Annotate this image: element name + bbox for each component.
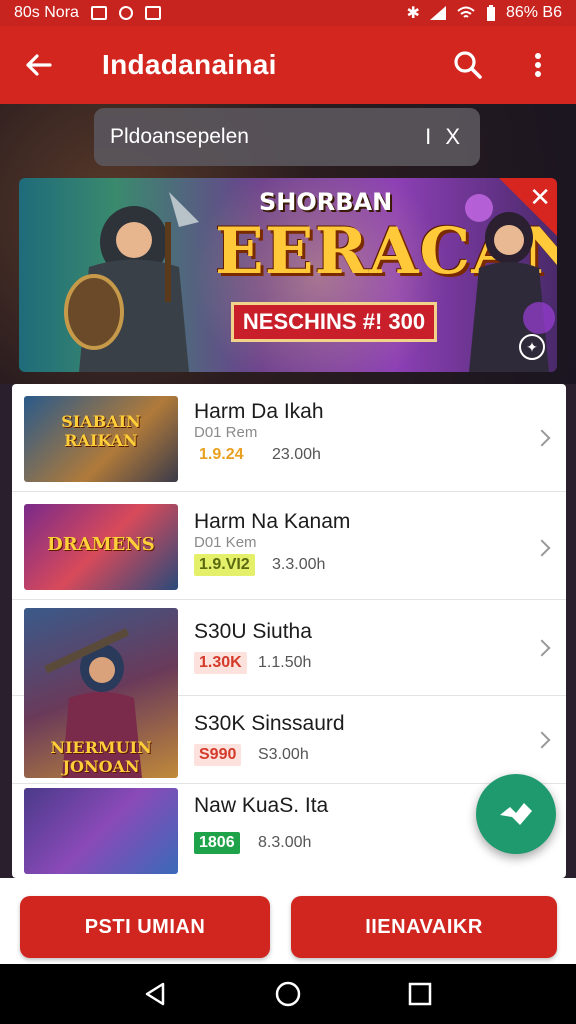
mail-icon <box>144 6 161 20</box>
item-title: S30K Sinssaurd <box>194 712 345 735</box>
list-item[interactable]: NIERMUIN JONOAN S30U Siutha 1.30K 1.1.50… <box>12 600 566 778</box>
nav-home-icon[interactable] <box>274 980 302 1008</box>
chevron-right-icon <box>533 429 551 447</box>
hero-warrior-illustration <box>64 192 199 372</box>
item-price: 1.9.24 <box>194 444 249 466</box>
search-input-value: Pldoansepelen <box>110 125 249 148</box>
signal-icon <box>429 6 446 20</box>
thumbnail-caption: DRAMENS <box>47 534 155 555</box>
item-duration: 23.00h <box>272 446 321 463</box>
item-thumbnail: NIERMUIN JONOAN <box>24 608 178 778</box>
system-nav-bar <box>0 964 576 1024</box>
item-thumbnail: SIABAIN RAIKAN <box>24 396 178 482</box>
thumbnail-caption: NIERMUIN JONOAN <box>50 738 152 776</box>
list-item[interactable]: DRAMENS Harm Na Kanam D01 Kem 1.9.VI2 3.… <box>12 492 566 600</box>
handshake-icon <box>500 803 532 825</box>
overflow-menu-button[interactable] <box>520 47 556 83</box>
nav-recents-icon[interactable] <box>407 981 433 1007</box>
status-left-text: 80s Nora <box>14 4 79 21</box>
app-bar: Indadanainai <box>0 26 576 104</box>
more-vert-icon <box>535 53 541 77</box>
arrow-back-icon <box>26 54 52 76</box>
item-title: S30U Siutha <box>194 620 312 643</box>
bluetooth-icon: ✱ <box>406 5 420 22</box>
back-button[interactable] <box>20 47 56 83</box>
item-thumbnail: DRAMENS <box>24 504 178 590</box>
compass-icon[interactable]: ✦ <box>519 334 545 360</box>
search-input[interactable]: Pldoansepelen I X <box>94 108 480 166</box>
item-price: S990 <box>194 744 242 766</box>
item-duration: 3.3.00h <box>272 556 326 573</box>
chevron-right-icon <box>533 639 551 657</box>
item-duration: S3.00h <box>258 746 309 763</box>
item-price: 1.30K <box>194 652 247 674</box>
item-thumbnail <box>24 788 178 874</box>
item-price: 1.9.VI2 <box>194 554 255 576</box>
floating-action-button[interactable] <box>476 774 556 854</box>
search-clear-button[interactable]: I X <box>425 124 464 150</box>
item-duration: 1.1.50h <box>258 654 312 671</box>
item-duration: 8.3.00h <box>258 834 312 851</box>
promo-banner[interactable]: SHORBAN EERACAN NESCHINS #! 300 ✕ ✦ <box>19 178 557 372</box>
search-button[interactable] <box>450 47 486 83</box>
circle-icon <box>118 6 133 20</box>
battery-icon <box>486 5 495 21</box>
banner-kicker: SHORBAN <box>259 188 393 216</box>
item-subtitle: D01 Kem <box>194 534 257 551</box>
item-title: Harm Da Ikah <box>194 400 324 423</box>
status-bar: 80s Nora ✱ 86% B6 <box>0 0 576 26</box>
chevron-right-icon <box>533 539 551 557</box>
banner-ribbon: NESCHINS #! 300 <box>231 302 437 342</box>
search-icon <box>454 51 482 79</box>
list-item[interactable]: SIABAIN RAIKAN Harm Da Ikah D01 Rem 1.9.… <box>12 384 566 492</box>
left-action-button[interactable]: PSTI UMIAN <box>20 896 270 958</box>
image-icon <box>90 6 107 20</box>
wifi-icon <box>457 6 475 18</box>
thumbnail-caption: SIABAIN RAIKAN <box>61 412 141 450</box>
right-action-button[interactable]: IIENAVAIKR <box>291 896 557 958</box>
status-right-text: 86% B6 <box>505 4 562 21</box>
page-title: Indadanainai <box>102 49 277 80</box>
close-icon[interactable]: ✕ <box>529 182 551 213</box>
item-subtitle: D01 Rem <box>194 424 258 441</box>
nav-back-icon[interactable] <box>143 981 169 1007</box>
item-title: Naw KuaS. Ita <box>194 794 329 817</box>
item-title: Harm Na Kanam <box>194 510 351 533</box>
item-price: 1806 <box>194 832 240 854</box>
chevron-right-icon <box>533 731 551 749</box>
